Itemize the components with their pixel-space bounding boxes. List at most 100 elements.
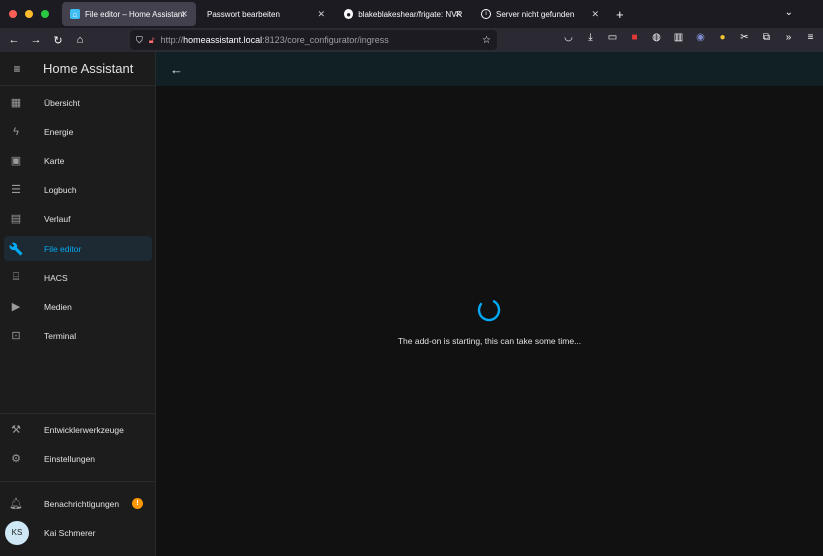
sidebar-item-uebersicht[interactable]: ▦ Übersicht — [4, 90, 152, 115]
browser-tab-passwort[interactable]: Passwort bearbeiten ✕ — [199, 2, 333, 26]
minimize-window-button[interactable] — [25, 10, 33, 18]
close-tab-icon[interactable]: ✕ — [317, 9, 325, 20]
browser-tab-frigate[interactable]: ● blakeblakeshear/frigate: NVR w ✕ — [336, 2, 470, 26]
addon-status-text: The add-on is starting, this can take so… — [397, 336, 582, 346]
main-content: ← The add-on is starting, this can take … — [156, 52, 823, 556]
hamburger-menu-icon[interactable]: ≡ — [804, 32, 817, 43]
extension-red-icon[interactable]: ■ — [628, 32, 641, 43]
extension-blue-icon[interactable]: ◉ — [694, 32, 707, 43]
extension-yellow-icon[interactable]: ● — [716, 32, 729, 43]
notification-badge: ! — [132, 498, 143, 509]
sidebar-item-label: File editor — [44, 243, 82, 254]
sidebar: ≡ Home Assistant ▦ Übersicht ϟ Energie ▣… — [0, 52, 156, 556]
map-person-icon: ▣ — [10, 155, 22, 167]
sidebar-item-logbuch[interactable]: ☰ Logbuch — [4, 177, 152, 202]
hammer-icon: ⚒ — [11, 424, 21, 436]
sidebar-item-label: Verlauf — [44, 213, 71, 224]
info-icon: i — [481, 9, 491, 19]
home-icon[interactable]: ⌂ — [69, 34, 91, 46]
pocket-icon[interactable]: ◡ — [562, 32, 575, 43]
avatar: KS — [5, 520, 29, 545]
close-tab-icon[interactable]: ✕ — [591, 9, 599, 20]
sidebar-item-entwicklerwerkzeuge[interactable]: ⚒ Entwicklerwerkzeuge — [4, 417, 152, 442]
sidebar-title: Home Assistant — [43, 61, 134, 76]
back-arrow-icon[interactable]: ← — [170, 62, 183, 77]
lightning-icon: ϟ — [13, 125, 19, 138]
browser-window: ⌂ File editor – Home Assistant ✕ Passwor… — [0, 0, 823, 556]
sidebar-item-user[interactable]: KS Kai Schmerer — [4, 520, 152, 545]
extensions-toolbar: ◡ ⤓ ▭ ■ ◍ ▥ ◉ ● ✂ ⧉ » ≡ — [562, 32, 817, 43]
shield-icon[interactable]: ⛉ — [136, 35, 143, 46]
list-icon: ☰ — [11, 184, 21, 196]
wrench-icon — [4, 242, 28, 256]
github-icon: ● — [344, 9, 354, 19]
close-tab-icon[interactable]: ✕ — [454, 9, 462, 20]
url-host: homeassistant.local — [183, 35, 263, 45]
extension-scissors-icon[interactable]: ✂ — [738, 32, 751, 43]
sidebar-item-terminal[interactable]: ⊡ Terminal — [4, 323, 152, 348]
sidebar-item-hacs[interactable]: ⌸ HACS — [4, 265, 152, 290]
navigation-toolbar: ← → ↻ ⌂ ⛉ 🔓︎ http://homeassistant.local:… — [0, 28, 823, 52]
sidebar-item-benachrichtigungen[interactable]: 🔔︎ Benachrichtigungen ! — [4, 491, 152, 516]
chart-icon: ▤ — [10, 213, 22, 225]
sidebar-item-label: Karte — [44, 155, 65, 166]
sidebar-divider — [0, 413, 155, 414]
browser-tab-server[interactable]: i Server nicht gefunden ✕ — [473, 2, 607, 26]
store-icon: ⌸ — [12, 271, 20, 283]
download-icon[interactable]: ⤓ — [584, 32, 597, 43]
user-name: Kai Schmerer — [44, 527, 96, 538]
dashboard-icon: ▦ — [10, 97, 22, 109]
sidebar-item-label: Einstellungen — [44, 453, 96, 464]
insecure-lock-icon[interactable]: 🔓︎ — [149, 35, 155, 46]
new-tab-button[interactable]: + — [616, 7, 624, 22]
chevron-down-icon[interactable]: ⌄ — [785, 7, 793, 18]
close-window-button[interactable] — [9, 10, 17, 18]
terminal-icon: ⊡ — [11, 330, 21, 342]
sidebar-item-label: Übersicht — [44, 97, 80, 108]
window-controls — [0, 10, 62, 18]
sidebar-divider — [0, 481, 155, 482]
tab-title: blakeblakeshear/frigate: NVR w — [358, 9, 462, 19]
sidebar-item-medien[interactable]: ▶ Medien — [4, 294, 152, 319]
sidebar-item-file-editor[interactable]: File editor — [4, 236, 152, 261]
sidebar-item-karte[interactable]: ▣ Karte — [4, 148, 152, 173]
sidebar-item-label: Medien — [44, 301, 72, 312]
home-assistant-icon: ⌂ — [70, 9, 80, 19]
sidebar-item-label: Benachrichtigungen — [44, 498, 120, 509]
forward-arrow-icon[interactable]: → — [25, 34, 47, 46]
close-tab-icon[interactable]: ✕ — [180, 9, 188, 20]
url-scheme: http:// — [160, 35, 184, 45]
extensions-icon[interactable]: ⧉ — [760, 32, 773, 43]
back-arrow-icon[interactable]: ← — [3, 34, 25, 46]
sidebar-header: ≡ Home Assistant — [0, 52, 155, 86]
media-icon: ▶ — [11, 301, 21, 313]
sidebar-item-label: HACS — [44, 272, 68, 283]
sidebar-item-label: Logbuch — [44, 184, 77, 195]
sidebar-item-verlauf[interactable]: ▤ Verlauf — [4, 206, 152, 231]
zoom-window-button[interactable] — [41, 10, 49, 18]
sidebar-item-einstellungen[interactable]: ⚙ Einstellungen — [4, 446, 152, 471]
reload-icon[interactable]: ↻ — [47, 34, 69, 47]
tab-bar: ⌂ File editor – Home Assistant ✕ Passwor… — [0, 0, 823, 28]
bell-icon: 🔔︎ — [9, 498, 23, 510]
url-path: :8123/core_configurator/ingress — [262, 35, 389, 45]
sidebar-item-energie[interactable]: ϟ Energie — [4, 119, 152, 144]
url-bar[interactable]: ⛉ 🔓︎ http://homeassistant.local:8123/cor… — [130, 30, 497, 50]
sidebar-item-label: Energie — [44, 126, 74, 137]
wrench-icon-svg — [9, 242, 23, 255]
extension-globe-icon[interactable]: ◍ — [650, 32, 663, 43]
tab-title: Passwort bearbeiten — [207, 9, 280, 19]
browser-tab-file-editor[interactable]: ⌂ File editor – Home Assistant ✕ — [62, 2, 196, 26]
tab-title: Server nicht gefunden — [496, 9, 575, 19]
extension-bars-icon[interactable]: ▥ — [672, 32, 685, 43]
sidebar-item-label: Entwicklerwerkzeuge — [44, 424, 124, 435]
menu-collapse-icon[interactable]: ≡ — [0, 62, 34, 76]
tab-title: File editor – Home Assistant — [85, 9, 185, 19]
loading-spinner — [477, 298, 501, 322]
bookmark-star-icon[interactable]: ☆ — [482, 35, 491, 46]
reader-view-icon[interactable]: ▭ — [606, 32, 619, 43]
main-header: ← — [156, 52, 823, 86]
sidebar-item-label: Terminal — [44, 330, 77, 341]
gear-icon: ⚙ — [11, 453, 21, 465]
overflow-chevrons-icon[interactable]: » — [782, 32, 795, 43]
